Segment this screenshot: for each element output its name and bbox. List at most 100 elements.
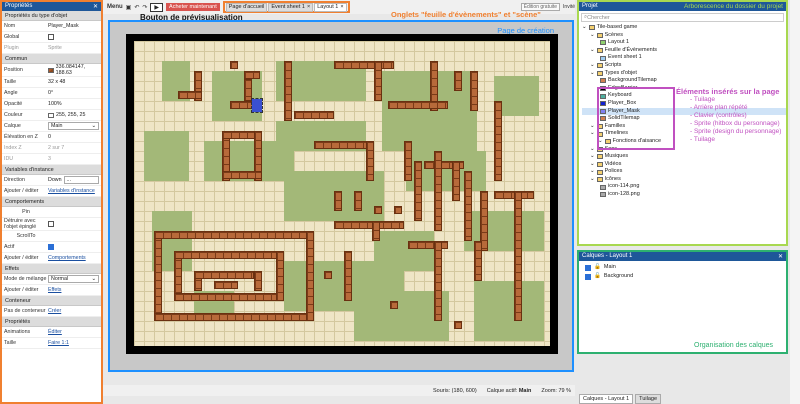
preview-button[interactable]: ▶ xyxy=(150,2,164,12)
property-section[interactable]: Propriétés du type d'objet xyxy=(2,11,101,21)
menu-button[interactable]: Menu xyxy=(107,4,123,10)
property-value[interactable] xyxy=(48,34,99,40)
tree-item[interactable]: icon-114.png xyxy=(582,183,786,191)
property-row[interactable]: Angle 0° xyxy=(2,88,101,99)
select-box[interactable]: Normal ⌄ xyxy=(48,275,99,283)
chevron-icon[interactable]: ⌄ xyxy=(590,168,595,176)
chevron-icon[interactable]: ⌄ xyxy=(590,161,595,169)
property-row[interactable]: Couleur 255, 255, 25 xyxy=(2,110,101,121)
chevron-icon[interactable]: ⌄ xyxy=(590,153,595,161)
property-row[interactable]: Nom Player_Mask xyxy=(2,21,101,32)
property-value[interactable] xyxy=(48,244,99,250)
player-sprite[interactable] xyxy=(251,98,263,113)
tree-item[interactable]: BackgroundTilemap xyxy=(582,77,786,85)
property-row[interactable]: Ajouter / éditer Comportements xyxy=(2,253,101,264)
tree-item[interactable]: ⌄ Icônes xyxy=(582,176,786,184)
tree-item[interactable]: icon-128.png xyxy=(582,191,786,199)
close-icon[interactable]: × xyxy=(340,4,343,10)
layer-row[interactable]: 🔓 Main xyxy=(585,263,780,272)
undo-icon[interactable]: ↶ xyxy=(134,4,139,11)
more-button[interactable]: ... xyxy=(63,176,99,184)
tree-item[interactable]: ⌄ Scènes xyxy=(582,32,786,40)
property-row[interactable]: Pas de conteneur Créer xyxy=(2,306,101,317)
property-row[interactable]: Animations Éditer xyxy=(2,327,101,338)
property-row[interactable]: Opacité 100% xyxy=(2,99,101,110)
save-icon[interactable]: ▣ xyxy=(126,4,132,11)
chevron-icon[interactable]: ⌄ xyxy=(590,176,595,184)
property-row[interactable]: Ajouter / éditer Effets xyxy=(2,285,101,296)
property-row[interactable]: Taille Faire 1:1 xyxy=(2,338,101,349)
property-value[interactable]: Éditer xyxy=(48,329,99,335)
property-value[interactable]: Comportements xyxy=(48,255,99,261)
tab-2[interactable]: Layout 1 × xyxy=(314,2,347,12)
layer-row[interactable]: 🔓 Background xyxy=(585,272,780,281)
property-section[interactable]: Comportements xyxy=(2,197,101,207)
property-value[interactable]: Faire 1:1 xyxy=(48,340,99,346)
tree-item[interactable]: ⌄ Vidéos xyxy=(582,161,786,169)
property-value[interactable]: Créer xyxy=(48,308,99,314)
property-value[interactable]: Normal ⌄ xyxy=(48,275,99,283)
layout-area[interactable] xyxy=(126,34,558,354)
property-value[interactable] xyxy=(48,221,99,227)
checkbox[interactable] xyxy=(48,221,54,227)
property-row[interactable]: Calque Main ⌄ xyxy=(2,121,101,132)
close-icon[interactable]: × xyxy=(307,4,310,10)
property-row[interactable]: ScrollTo xyxy=(2,231,101,242)
property-row[interactable]: Plugin Sprite xyxy=(2,43,101,54)
tree-item[interactable]: ⌄ Feuille d'Évènements xyxy=(582,47,786,55)
property-row[interactable]: Mode de mélange Normal ⌄ xyxy=(2,274,101,285)
property-row[interactable]: Direction Down... xyxy=(2,175,101,186)
chevron-icon[interactable]: ⌄ xyxy=(590,70,595,78)
property-row[interactable]: Position 336.084147, 188.63 xyxy=(2,64,101,77)
chevron-icon[interactable]: ⌄ xyxy=(590,146,595,154)
property-row[interactable]: Index Z 2 sur 7 xyxy=(2,143,101,154)
property-row[interactable]: IDU 3 xyxy=(2,154,101,165)
property-section[interactable]: Effets xyxy=(2,264,101,274)
color-swatch[interactable] xyxy=(48,112,54,118)
property-row[interactable]: Pin xyxy=(2,207,101,218)
checkbox[interactable] xyxy=(48,34,54,40)
bottom-tab-0[interactable]: Calques - Layout 1 xyxy=(579,394,634,404)
chevron-icon[interactable]: ⌄ xyxy=(590,130,595,138)
layer-visible-checkbox[interactable] xyxy=(585,264,591,271)
property-row[interactable]: Actif xyxy=(2,242,101,253)
chevron-icon[interactable]: ⌄ xyxy=(590,62,595,70)
property-row[interactable]: Élévation en Z 0 xyxy=(2,132,101,143)
property-section[interactable]: Variables d'instance xyxy=(2,165,101,175)
close-icon[interactable]: ✕ xyxy=(93,3,98,10)
property-row[interactable]: Détruire avec l'objet épinglé xyxy=(2,218,101,231)
tab-1[interactable]: Event sheet 1 × xyxy=(268,2,314,12)
tree-item[interactable]: ⌄ Tile-based game xyxy=(582,24,786,32)
chevron-icon[interactable]: ⌄ xyxy=(590,32,595,40)
chevron-icon[interactable]: ⌄ xyxy=(590,47,595,55)
property-row[interactable]: Global xyxy=(2,32,101,43)
checkbox[interactable] xyxy=(48,244,54,250)
tree-item[interactable]: Event sheet 1 xyxy=(582,54,786,62)
property-row[interactable]: Ajouter / éditer Variables d'instance xyxy=(2,186,101,197)
lock-icon[interactable]: 🔓 xyxy=(594,272,601,281)
tree-item[interactable]: ⌄ Polices xyxy=(582,168,786,176)
lock-icon[interactable]: 🔓 xyxy=(594,263,601,272)
layout-canvas[interactable]: Page de création xyxy=(108,20,574,372)
property-row[interactable]: Taille 32 x 48 xyxy=(2,77,101,88)
project-search[interactable]: ⌕ Chercher xyxy=(581,13,784,22)
redo-icon[interactable]: ↷ xyxy=(142,4,147,11)
property-value[interactable]: Variables d'instance xyxy=(48,188,99,194)
bottom-tab-1[interactable]: Tuilage xyxy=(635,394,662,404)
buy-now-button[interactable]: Acheter maintenant xyxy=(166,3,220,11)
property-section[interactable]: Propriétés xyxy=(2,317,101,327)
background-tilemap[interactable] xyxy=(134,41,550,346)
tree-item[interactable]: ⌄ Musiques xyxy=(582,153,786,161)
tree-item[interactable]: ⌄ Types d'objet xyxy=(582,70,786,78)
layer-visible-checkbox[interactable] xyxy=(585,273,591,280)
close-icon[interactable]: ✕ xyxy=(778,253,783,260)
property-section[interactable]: Conteneur xyxy=(2,296,101,306)
guest-label[interactable]: Invité xyxy=(563,4,575,10)
property-value[interactable]: Main ⌄ xyxy=(48,122,99,130)
property-value[interactable]: Effets xyxy=(48,287,99,293)
chevron-icon[interactable]: ⌄ xyxy=(590,123,595,131)
tree-item[interactable]: ⌄ Scripts xyxy=(582,62,786,70)
select-box[interactable]: Main ⌄ xyxy=(48,122,99,130)
property-section[interactable]: Commun xyxy=(2,54,101,64)
tree-item[interactable]: Layout 1 xyxy=(582,39,786,47)
